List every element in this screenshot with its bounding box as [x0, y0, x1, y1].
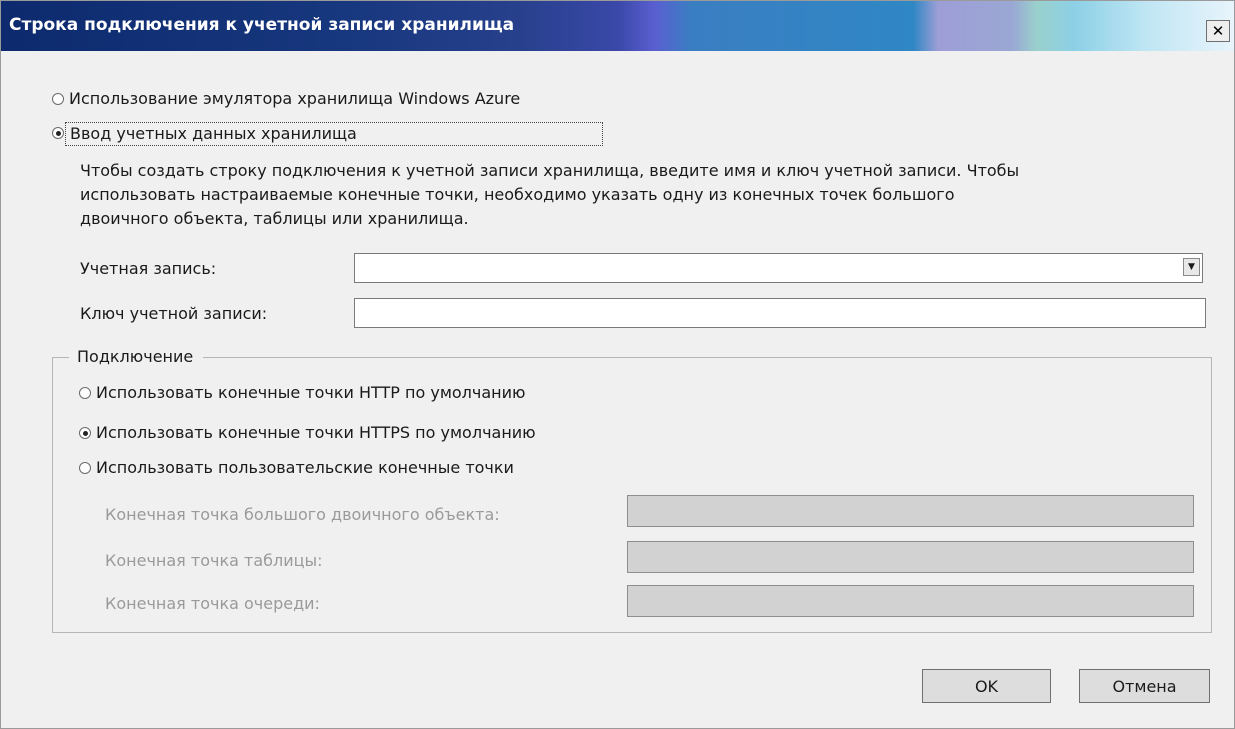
close-button[interactable]: ✕ [1206, 20, 1230, 42]
dropdown-arrow-button[interactable]: ▼ [1183, 258, 1200, 276]
connection-string-dialog: Строка подключения к учетной записи хран… [0, 0, 1235, 729]
table-endpoint-input[interactable] [627, 541, 1194, 573]
cancel-button-label: Отмена [1112, 676, 1177, 696]
title-bar: Строка подключения к учетной записи хран… [1, 1, 1234, 51]
description-line-3: двоичного объекта, таблицы или хранилища… [80, 209, 469, 228]
description-line-1: Чтобы создать строку подключения к учетн… [80, 161, 1020, 180]
blob-endpoint-label: Конечная точка большого двоичного объект… [105, 505, 500, 524]
https-endpoints-label[interactable]: Использовать конечные точки HTTPS по умо… [96, 423, 536, 442]
connection-group-label: Подключение [69, 347, 204, 366]
close-icon: ✕ [1211, 22, 1225, 40]
cancel-button[interactable]: Отмена [1079, 669, 1210, 703]
description-text: Чтобы создать строку подключения к учетн… [80, 159, 1019, 231]
account-name-dropdown[interactable]: ▼ [354, 253, 1203, 283]
blob-endpoint-input[interactable] [627, 495, 1194, 527]
emulator-radio-label[interactable]: Использование эмулятора хранилища Window… [69, 89, 520, 108]
ok-button-label: OK [974, 676, 999, 696]
credentials-radio-label[interactable]: Ввод учетных данных хранилища [65, 122, 603, 146]
custom-endpoints-radio[interactable] [79, 462, 91, 474]
account-key-label: Ключ учетной записи: [80, 304, 268, 323]
description-line-2: использовать настраиваемые конечные точк… [80, 185, 955, 204]
custom-endpoints-label[interactable]: Использовать пользовательские конечные т… [96, 458, 514, 477]
queue-endpoint-label: Конечная точка очереди: [105, 594, 320, 613]
emulator-radio[interactable] [52, 93, 64, 105]
account-name-label: Учетная запись: [80, 259, 217, 278]
account-key-input[interactable] [354, 298, 1206, 328]
credentials-radio[interactable] [52, 127, 64, 139]
http-endpoints-radio[interactable] [79, 387, 91, 399]
queue-endpoint-input[interactable] [627, 585, 1194, 617]
http-endpoints-label[interactable]: Использовать конечные точки HTTP по умол… [96, 383, 526, 402]
chevron-down-icon: ▼ [1188, 262, 1195, 272]
ok-button[interactable]: OK [922, 669, 1051, 703]
https-endpoints-radio[interactable] [79, 427, 91, 439]
table-endpoint-label: Конечная точка таблицы: [105, 551, 323, 570]
dialog-title: Строка подключения к учетной записи хран… [9, 15, 515, 35]
